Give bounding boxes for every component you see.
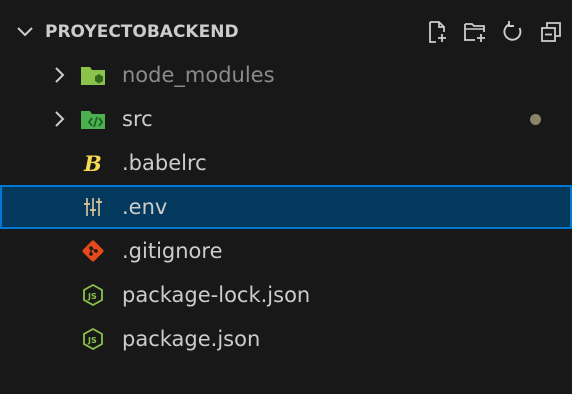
tree-item-package-lock-json[interactable]: JS package-lock.json [0,273,572,317]
tree-item-label: package-lock.json [122,283,311,307]
new-folder-button[interactable] [460,17,490,47]
tree-item-src[interactable]: src [0,97,572,141]
tree-item-package-json[interactable]: JS package.json [0,317,572,361]
chevron-right-icon[interactable] [50,63,70,87]
tree-item-node-modules[interactable]: node_modules [0,53,572,97]
src-folder-icon [80,106,106,132]
tree-item-label: .gitignore [122,239,223,263]
nodejs-icon: JS [80,326,106,352]
tree-item-label: src [122,107,153,131]
tree-item-label: package.json [122,327,261,351]
tree-item-env[interactable]: .env [0,185,572,229]
svg-text:B: B [83,151,102,175]
chevron-right-icon[interactable] [50,107,70,131]
new-folder-icon [464,23,485,42]
file-explorer: PROYECTOBACKEND node_modules src B .babe… [0,0,572,394]
collapse-all-button[interactable] [536,17,566,47]
node-folder-icon [80,62,106,88]
tree-item-label: node_modules [122,63,275,87]
file-tree: node_modules src B .babelrc .env .gitign… [0,53,572,361]
svg-text:JS: JS [87,292,97,301]
svg-text:JS: JS [87,336,97,345]
tree-item-label: .env [122,195,168,219]
nodejs-icon: JS [80,282,106,308]
babel-icon: B [80,150,106,176]
refresh-icon [503,21,522,41]
tree-item-babelrc[interactable]: B .babelrc [0,141,572,185]
refresh-button[interactable] [498,17,528,47]
modified-indicator [530,114,541,125]
explorer-header[interactable]: PROYECTOBACKEND [0,9,572,53]
git-icon [80,238,106,264]
explorer-actions [422,17,566,47]
new-file-icon [429,21,446,43]
collapse-all-icon [541,22,561,42]
new-file-button[interactable] [422,17,452,47]
tree-item-label: .babelrc [122,151,207,175]
env-settings-icon [80,194,106,220]
tree-item-gitignore[interactable]: .gitignore [0,229,572,273]
chevron-down-icon[interactable] [13,20,37,44]
project-title[interactable]: PROYECTOBACKEND [45,21,239,43]
